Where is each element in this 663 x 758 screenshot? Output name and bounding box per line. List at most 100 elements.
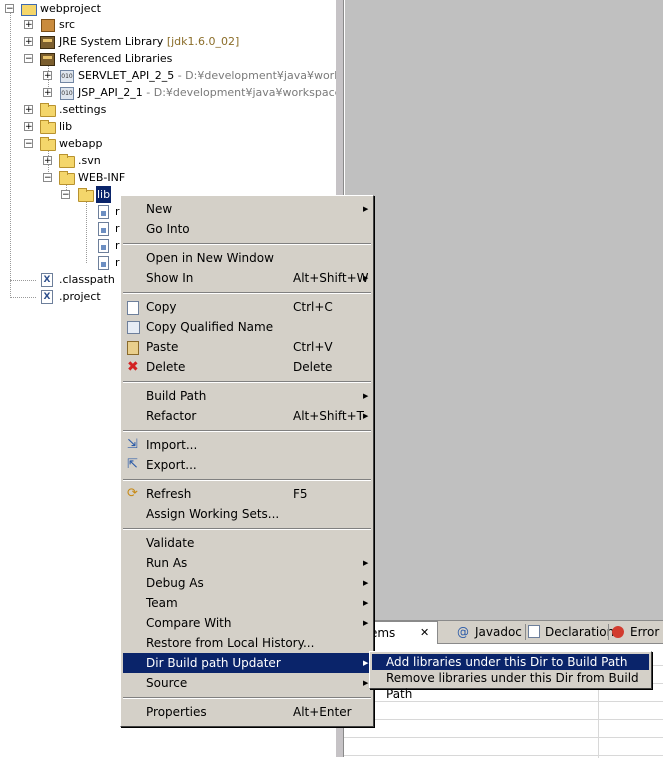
menu-item-export[interactable]: ⇱ Export... bbox=[123, 455, 371, 475]
expand-icon[interactable]: + bbox=[24, 105, 33, 115]
menu-label: Validate bbox=[146, 536, 195, 550]
submenu-arrow-icon: ▶ bbox=[363, 579, 369, 587]
menu-item-source[interactable]: Source ▶ bbox=[123, 673, 371, 693]
jdk-decoration: [jdk1.6.0_02] bbox=[166, 35, 240, 48]
menu-item-assign-working-sets[interactable]: Assign Working Sets... bbox=[123, 504, 371, 524]
submenu-item-remove-libraries[interactable]: Remove libraries under this Dir from Bui… bbox=[372, 670, 649, 701]
xml-file-icon: X bbox=[41, 273, 53, 287]
menu-separator bbox=[123, 528, 371, 530]
tree-connector bbox=[10, 13, 11, 298]
menu-separator bbox=[123, 430, 371, 432]
tab-separator bbox=[525, 624, 526, 640]
menu-shortcut: F5 bbox=[293, 487, 308, 501]
menu-label: Refactor bbox=[146, 409, 197, 423]
submenu-item-add-libraries[interactable]: Add libraries under this Dir to Build Pa… bbox=[372, 654, 649, 670]
tab-error-log[interactable]: Error L bbox=[611, 621, 663, 643]
tree-label: .svn bbox=[78, 154, 101, 167]
jar-file-icon bbox=[98, 239, 109, 253]
menu-label: Delete bbox=[146, 360, 186, 374]
submenu-arrow-icon: ▶ bbox=[363, 274, 369, 282]
tree-label: .classpath bbox=[59, 273, 115, 286]
submenu-arrow-icon: ▶ bbox=[363, 679, 369, 687]
submenu-arrow-icon: ▶ bbox=[363, 559, 369, 567]
menu-label: Source bbox=[146, 676, 188, 690]
tab-label: Javadoc bbox=[475, 625, 522, 639]
menu-item-copy[interactable]: Copy Ctrl+C bbox=[123, 297, 371, 317]
menu-item-compare-with[interactable]: Compare With ▶ bbox=[123, 613, 371, 633]
collapse-icon[interactable]: − bbox=[24, 139, 33, 149]
menu-item-team[interactable]: Team ▶ bbox=[123, 593, 371, 613]
menu-item-show-in[interactable]: Show In Alt+Shift+W ▶ bbox=[123, 268, 371, 288]
expand-icon[interactable]: + bbox=[24, 20, 33, 30]
tree-label: .project bbox=[59, 290, 101, 303]
close-icon[interactable]: ✕ bbox=[420, 622, 429, 644]
collapse-icon[interactable]: − bbox=[24, 54, 33, 64]
collapse-icon[interactable]: − bbox=[61, 190, 70, 200]
tree-label: r bbox=[115, 205, 120, 218]
menu-item-go-into[interactable]: Go Into bbox=[123, 219, 371, 239]
folder-icon bbox=[40, 120, 56, 134]
menu-separator bbox=[123, 381, 371, 383]
menu-item-debug-as[interactable]: Debug As ▶ bbox=[123, 573, 371, 593]
tree-connector bbox=[10, 280, 36, 281]
menu-item-delete[interactable]: ✖ Delete Delete bbox=[123, 357, 371, 377]
tree-label: r bbox=[115, 222, 120, 235]
menu-label: Assign Working Sets... bbox=[146, 507, 280, 521]
tree-label: r bbox=[115, 256, 120, 269]
menu-item-properties[interactable]: Properties Alt+Enter bbox=[123, 702, 371, 722]
tab-label: Declaration bbox=[545, 625, 615, 639]
tab-javadoc[interactable]: @ Javadoc bbox=[456, 621, 526, 643]
menu-label: Add libraries under this Dir to Build Pa… bbox=[386, 655, 628, 669]
menu-item-open-in-new-window[interactable]: Open in New Window bbox=[123, 248, 371, 268]
menu-label: Go Into bbox=[146, 222, 190, 236]
submenu-arrow-icon: ▶ bbox=[363, 599, 369, 607]
collapse-icon[interactable]: − bbox=[5, 4, 14, 14]
menu-item-refactor[interactable]: Refactor Alt+Shift+T ▶ bbox=[123, 406, 371, 426]
expand-icon[interactable]: + bbox=[43, 156, 52, 166]
menu-label: New bbox=[146, 202, 173, 216]
menu-item-new[interactable]: New ▶ bbox=[123, 199, 371, 219]
tree-connector bbox=[10, 297, 36, 298]
tree-label: Referenced Libraries bbox=[59, 52, 173, 65]
javadoc-icon: @ bbox=[457, 625, 469, 639]
menu-item-import[interactable]: ⇲ Import... bbox=[123, 435, 371, 455]
menu-separator bbox=[123, 243, 371, 245]
collapse-icon[interactable]: − bbox=[43, 173, 52, 183]
tree-label: lib bbox=[59, 120, 73, 133]
source-folder-icon bbox=[41, 19, 55, 32]
menu-item-build-path[interactable]: Build Path ▶ bbox=[123, 386, 371, 406]
export-icon: ⇱ bbox=[127, 457, 138, 472]
menu-shortcut: Alt+Shift+W bbox=[293, 271, 369, 285]
menu-separator bbox=[123, 479, 371, 481]
menu-item-dir-build-path-updater[interactable]: Dir Build path Updater ▶ bbox=[123, 653, 371, 673]
jar-file-icon bbox=[98, 222, 109, 236]
project-folder-icon bbox=[21, 4, 37, 16]
tree-label-selected: lib bbox=[96, 186, 112, 203]
menu-shortcut: Alt+Enter bbox=[293, 705, 352, 719]
folder-icon bbox=[59, 154, 75, 168]
submenu-arrow-icon: ▶ bbox=[363, 392, 369, 400]
menu-item-paste[interactable]: Paste Ctrl+V bbox=[123, 337, 371, 357]
view-tab-bar: roblems ✕ @ Javadoc Declaration Error L bbox=[344, 621, 663, 644]
tab-declaration[interactable]: Declaration bbox=[528, 621, 614, 643]
expand-icon[interactable]: + bbox=[24, 122, 33, 132]
submenu-arrow-icon: ▶ bbox=[363, 619, 369, 627]
menu-item-refresh[interactable]: ⟳ Refresh F5 bbox=[123, 484, 371, 504]
expand-icon[interactable]: + bbox=[24, 37, 33, 47]
context-menu: New ▶ Go Into Open in New Window Show In… bbox=[120, 195, 374, 727]
menu-item-run-as[interactable]: Run As ▶ bbox=[123, 553, 371, 573]
expand-icon[interactable]: + bbox=[43, 71, 52, 81]
library-icon bbox=[40, 36, 55, 49]
menu-item-copy-qualified-name[interactable]: Copy Qualified Name bbox=[123, 317, 371, 337]
jar-path: - D:¥development¥java¥workspace-3 bbox=[146, 86, 353, 99]
expand-icon[interactable]: + bbox=[43, 88, 52, 98]
menu-label: Show In bbox=[146, 271, 194, 285]
jar-file-icon bbox=[98, 205, 109, 219]
menu-item-validate[interactable]: Validate bbox=[123, 533, 371, 553]
menu-item-restore-from-local-history[interactable]: Restore from Local History... bbox=[123, 633, 371, 653]
tree-label: .settings bbox=[59, 103, 107, 116]
refresh-icon: ⟳ bbox=[127, 486, 138, 501]
menu-label: Export... bbox=[146, 458, 197, 472]
menu-shortcut: Alt+Shift+T bbox=[293, 409, 364, 423]
menu-shortcut: Delete bbox=[293, 360, 333, 374]
